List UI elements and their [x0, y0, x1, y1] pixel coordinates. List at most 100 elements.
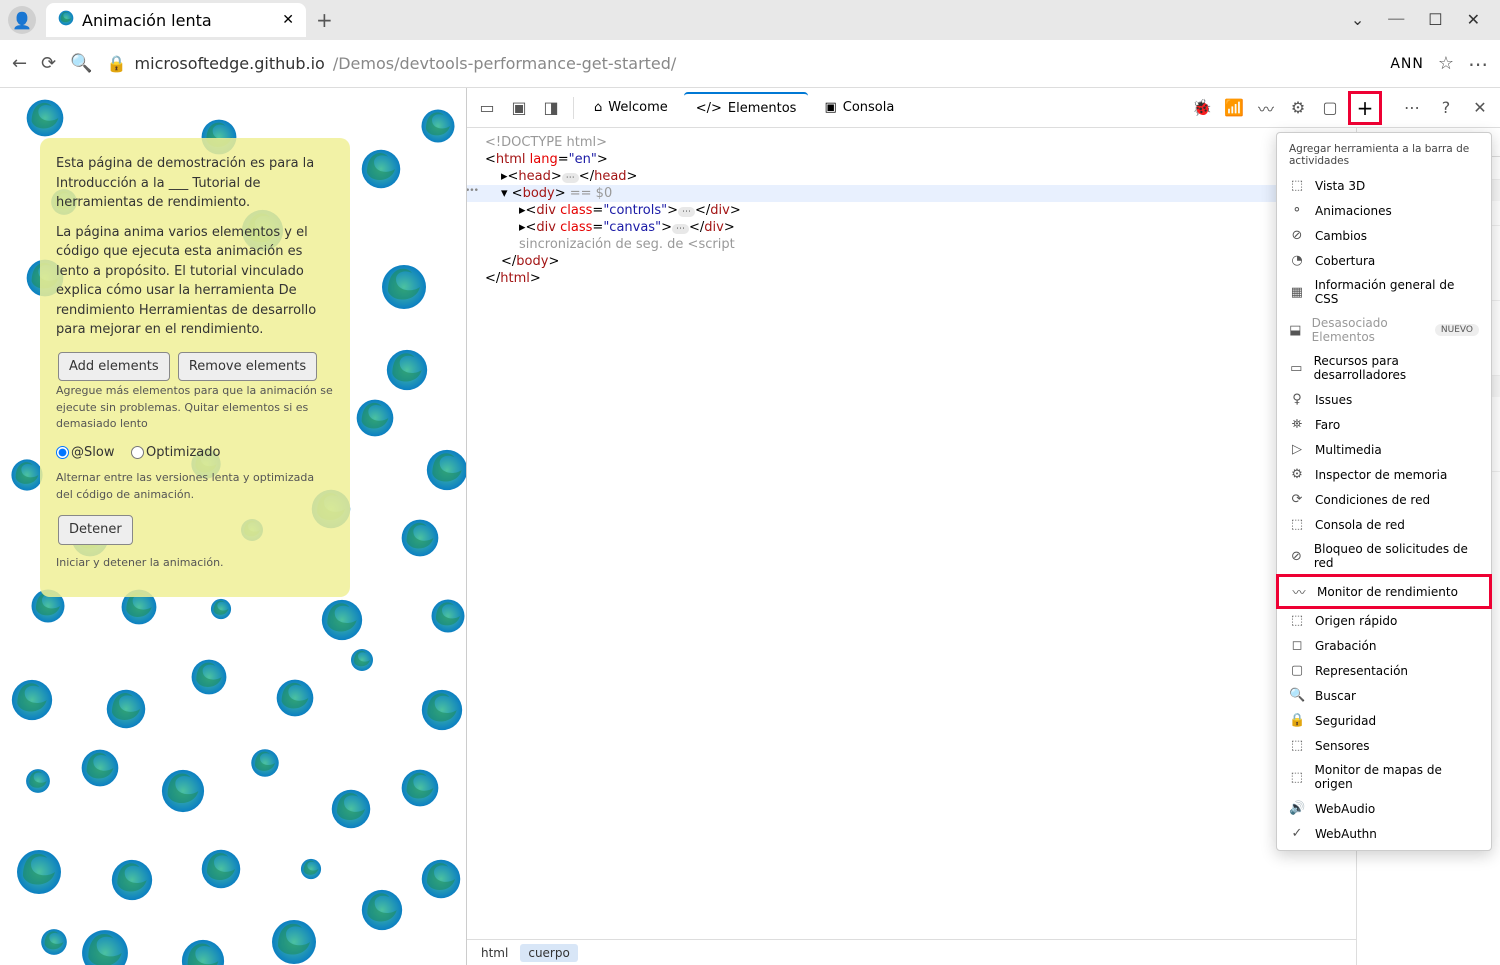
dom-node[interactable]: </html>: [467, 270, 1356, 287]
menu-item[interactable]: ⬓Desasociado ElementosNUEVO: [1277, 311, 1491, 349]
menu-item[interactable]: ⊘ Bloqueo de solicitudes de red: [1277, 537, 1491, 575]
tab-elements[interactable]: </>Elementos: [684, 92, 809, 124]
search-icon[interactable]: 🔍: [70, 53, 92, 74]
menu-item[interactable]: ⛯Faro: [1277, 412, 1491, 437]
dom-node[interactable]: sincronización de seg. de <script: [467, 236, 1356, 253]
menu-item[interactable]: ▦Información general de CSS: [1277, 273, 1491, 311]
page-viewport: Esta página de demostración es para la I…: [0, 88, 466, 965]
menu-item-label: Issues: [1315, 393, 1352, 407]
menu-item-icon: ◻: [1289, 638, 1305, 653]
dock-icon[interactable]: ◨: [537, 94, 565, 122]
profile-avatar-icon[interactable]: 👤: [8, 6, 36, 34]
menu-item-label: Vista 3D: [1315, 179, 1365, 193]
devtools-toolbar: ▭ ▣ ◨ ⌂Welcome </>Elementos ▣Consola 🐞 📶…: [467, 88, 1500, 128]
dom-node[interactable]: <!DOCTYPE html>: [467, 134, 1356, 151]
close-devtools-icon[interactable]: ✕: [1466, 94, 1494, 122]
browser-toolbar: ← ⟳ 🔍 🔒 microsoftedge.github.io/Demos/de…: [0, 40, 1500, 88]
menu-item-icon: ⚬: [1289, 203, 1305, 218]
profile-label[interactable]: ANN: [1390, 56, 1424, 72]
menu-item[interactable]: 〰Monitor de rendimiento: [1276, 574, 1492, 609]
add-elements-button[interactable]: Add elements: [58, 352, 170, 382]
menu-item-label: Condiciones de red: [1315, 493, 1430, 507]
dom-node[interactable]: <html lang="en">: [467, 151, 1356, 168]
wifi-icon[interactable]: 📶: [1220, 94, 1248, 122]
menu-item[interactable]: ⬚Vista 3D: [1277, 173, 1491, 198]
url-path: /Demos/devtools-performance-get-started/: [333, 54, 676, 73]
menu-item[interactable]: ⊘Cambios: [1277, 223, 1491, 248]
menu-item-icon: ⟳: [1289, 492, 1305, 507]
menu-item-icon: 🔒: [1289, 713, 1305, 728]
menu-item[interactable]: ⬚Monitor de mapas de origen: [1277, 758, 1491, 796]
code-icon: </>: [696, 101, 722, 116]
close-window-icon[interactable]: ✕: [1467, 10, 1480, 30]
inspect-icon[interactable]: ▭: [473, 94, 501, 122]
menu-item[interactable]: ▭Recursos para desarrolladores: [1277, 349, 1491, 387]
new-tab-button[interactable]: +: [316, 8, 333, 32]
stop-button[interactable]: Detener: [58, 515, 133, 545]
badge: NUEVO: [1435, 324, 1479, 336]
menu-item[interactable]: ◔Cobertura: [1277, 248, 1491, 273]
dom-tree[interactable]: <!DOCTYPE html> <html lang="en"> ▸<head>…: [467, 128, 1356, 939]
bug-icon[interactable]: 🐞: [1188, 94, 1216, 122]
device-icon[interactable]: ▣: [505, 94, 533, 122]
more-icon[interactable]: ⋯: [1398, 94, 1426, 122]
dom-node[interactable]: ▸<div class="controls">⋯</div>: [467, 202, 1356, 219]
minimize-icon[interactable]: ―: [1388, 10, 1404, 30]
menu-item[interactable]: ⬚Origen rápido: [1277, 608, 1491, 633]
menu-item[interactable]: ◻Grabación: [1277, 633, 1491, 658]
browser-menu-icon[interactable]: ⋯: [1468, 52, 1488, 76]
dom-node[interactable]: ▸<div class="canvas">⋯</div>: [467, 219, 1356, 236]
menu-item-label: WebAudio: [1315, 802, 1375, 816]
dom-node[interactable]: ▸<head>⋯</head>: [467, 168, 1356, 185]
gear-icon[interactable]: ⚙: [1284, 94, 1312, 122]
radio-optimized[interactable]: Optimizado: [131, 445, 220, 460]
dom-node-selected[interactable]: ▾ <body> == $0: [467, 185, 1356, 202]
crumb-html[interactable]: html: [473, 944, 516, 962]
app-icon[interactable]: ▢: [1316, 94, 1344, 122]
favorite-icon[interactable]: ☆: [1438, 53, 1454, 74]
menu-item-label: Bloqueo de solicitudes de red: [1314, 542, 1479, 570]
demo-controls: Esta página de demostración es para la I…: [40, 138, 350, 597]
menu-item-icon: ⊘: [1289, 549, 1304, 564]
radio-slow[interactable]: @Slow: [56, 445, 114, 460]
browser-tab[interactable]: Animación lenta ✕: [46, 3, 306, 37]
menu-item[interactable]: 🔒 Seguridad: [1277, 708, 1491, 733]
menu-item[interactable]: ✓WebAuthn: [1277, 821, 1491, 846]
maximize-icon[interactable]: ☐: [1428, 10, 1442, 30]
close-tab-icon[interactable]: ✕: [282, 12, 294, 28]
home-icon: ⌂: [594, 100, 602, 115]
menu-item[interactable]: ♀Issues: [1277, 387, 1491, 412]
dom-node[interactable]: </body>: [467, 253, 1356, 270]
menu-item-icon: ◔: [1289, 253, 1305, 268]
menu-item[interactable]: 🔊 WebAudio: [1277, 796, 1491, 821]
tab-console[interactable]: ▣Consola: [812, 92, 906, 124]
remove-elements-button[interactable]: Remove elements: [178, 352, 317, 382]
back-icon[interactable]: ←: [12, 53, 27, 74]
tab-title: Animación lenta: [82, 11, 212, 30]
url-host: microsoftedge.github.io: [135, 54, 325, 73]
menu-item-label: Animaciones: [1315, 204, 1392, 218]
menu-item-label: Inspector de memoria: [1315, 468, 1447, 482]
performance-icon[interactable]: 〰: [1252, 94, 1280, 122]
menu-item[interactable]: ⚙Inspector de memoria: [1277, 462, 1491, 487]
help-text-1: Agregue más elementos para que la animac…: [56, 383, 334, 433]
menu-item[interactable]: ⬚Consola de red: [1277, 512, 1491, 537]
address-bar[interactable]: 🔒 microsoftedge.github.io/Demos/devtools…: [107, 54, 1377, 73]
refresh-icon[interactable]: ⟳: [41, 53, 56, 74]
menu-item[interactable]: ⟳ Condiciones de red: [1277, 487, 1491, 512]
intro-text-1: Esta página de demostración es para la I…: [56, 154, 334, 213]
menu-item[interactable]: ▷Multimedia: [1277, 437, 1491, 462]
menu-item[interactable]: ⬚Sensores: [1277, 733, 1491, 758]
help-text-2: Alternar entre las versiones lenta y opt…: [56, 470, 334, 503]
menu-item[interactable]: 🔍Buscar: [1277, 683, 1491, 708]
tab-welcome[interactable]: ⌂Welcome: [582, 92, 680, 124]
menu-item[interactable]: ▢Representación: [1277, 658, 1491, 683]
caret-down-icon[interactable]: ⌄: [1351, 10, 1364, 30]
crumb-body[interactable]: cuerpo: [520, 944, 577, 962]
menu-item-label: Monitor de rendimiento: [1317, 585, 1458, 599]
help-icon[interactable]: ?: [1432, 94, 1460, 122]
menu-item-icon: 🔊: [1289, 801, 1305, 816]
menu-item-label: Seguridad: [1315, 714, 1376, 728]
menu-item[interactable]: ⚬ Animaciones: [1277, 198, 1491, 223]
add-tool-button[interactable]: +: [1348, 91, 1382, 125]
